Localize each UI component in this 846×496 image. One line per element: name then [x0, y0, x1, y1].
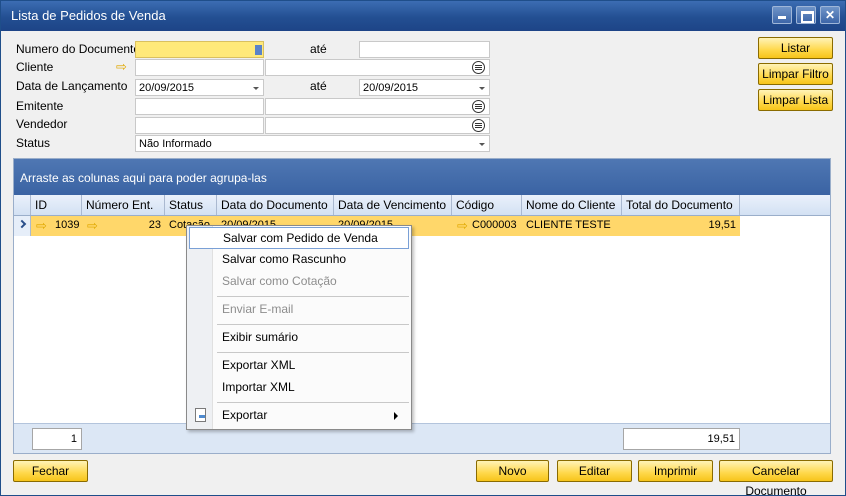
- menu-item-salvar-pedido-venda[interactable]: Salvar com Pedido de Venda: [189, 227, 409, 249]
- link-arrow-icon[interactable]: ⇨: [36, 219, 47, 232]
- maximize-icon: [797, 7, 815, 23]
- data-lancamento-to-value: 20/09/2015: [363, 82, 419, 94]
- cancelar-documento-button[interactable]: Cancelar Documento: [719, 460, 833, 496]
- cliente-label: Cliente: [16, 60, 54, 74]
- menu-separator: [217, 352, 409, 353]
- column-header-nome-cliente[interactable]: Nome do Cliente: [522, 195, 622, 215]
- menu-item-exportar-xml[interactable]: Exportar XML: [189, 355, 409, 377]
- menu-item-salvar-cotacao: Salvar como Cotação: [189, 271, 409, 293]
- menu-separator: [217, 324, 409, 325]
- group-by-bar[interactable]: Arraste as colunas aqui para poder agrup…: [14, 159, 830, 195]
- sales-order-list-window: Lista de Pedidos de Venda ✕ Numero do Do…: [0, 0, 846, 496]
- listar-button[interactable]: Listar: [758, 37, 833, 59]
- choose-from-list-icon[interactable]: [472, 119, 485, 132]
- grid-footer: 1 19,51: [14, 423, 830, 453]
- export-icon: [195, 408, 206, 422]
- minimize-button[interactable]: [772, 6, 792, 24]
- column-header-total[interactable]: Total do Documento: [622, 195, 740, 215]
- column-header-id[interactable]: ID: [31, 195, 82, 215]
- chevron-down-icon[interactable]: [479, 143, 485, 146]
- column-header-data-documento[interactable]: Data do Documento: [217, 195, 334, 215]
- menu-item-label: Salvar com Pedido de Venda: [223, 231, 378, 245]
- cliente-code-input[interactable]: [135, 59, 264, 76]
- link-arrow-icon[interactable]: ⇨: [116, 60, 127, 73]
- column-header-numero-ent[interactable]: Número Ent.: [82, 195, 165, 215]
- status-select[interactable]: Não Informado: [135, 135, 490, 152]
- column-header-codigo[interactable]: Código: [452, 195, 522, 215]
- choose-from-list-icon[interactable]: [472, 61, 485, 74]
- menu-item-label: Salvar como Rascunho: [222, 252, 347, 266]
- menu-item-label: Salvar como Cotação: [222, 274, 337, 288]
- emitente-name-input[interactable]: [265, 98, 490, 115]
- status-label: Status: [16, 136, 51, 150]
- data-lancamento-label: Data de Lançamento: [16, 79, 128, 93]
- link-arrow-icon[interactable]: ⇨: [87, 219, 98, 232]
- emitente-code-input[interactable]: [135, 98, 264, 115]
- chevron-down-icon[interactable]: [253, 87, 259, 90]
- editar-button[interactable]: Editar: [557, 460, 632, 482]
- vendedor-label: Vendedor: [16, 117, 68, 131]
- menu-item-enviar-email: Enviar E-mail: [189, 299, 409, 321]
- limpar-lista-button[interactable]: Limpar Lista: [758, 89, 833, 111]
- cell-numero-ent: 23: [148, 219, 161, 231]
- imprimir-button[interactable]: Imprimir: [638, 460, 713, 482]
- fechar-button[interactable]: Fechar: [13, 460, 88, 482]
- numero-documento-label: Numero do Documento: [16, 42, 141, 56]
- header-row-selector: [14, 195, 31, 215]
- choose-from-list-icon[interactable]: [472, 100, 485, 113]
- column-header-status[interactable]: Status: [165, 195, 217, 215]
- menu-item-label: Exibir sumário: [222, 330, 299, 344]
- text-caret: [255, 45, 262, 55]
- menu-separator: [217, 402, 409, 403]
- cell-codigo: C000003: [472, 219, 517, 231]
- vendedor-name-input[interactable]: [265, 117, 490, 134]
- cell-total: 19,51: [708, 219, 736, 231]
- menu-item-exportar[interactable]: Exportar: [187, 405, 409, 427]
- novo-button[interactable]: Novo: [476, 460, 549, 482]
- data-lancamento-from-value: 20/09/2015: [139, 82, 195, 94]
- vendedor-code-input[interactable]: [135, 117, 264, 134]
- link-arrow-icon[interactable]: ⇨: [457, 219, 468, 232]
- menu-item-label: Exportar XML: [222, 358, 296, 372]
- menu-separator: [217, 296, 409, 297]
- data-lancamento-from-field[interactable]: 20/09/2015: [135, 79, 264, 96]
- minimize-icon: [773, 7, 791, 23]
- cell-id: 1039: [55, 219, 80, 231]
- cliente-name-input[interactable]: [265, 59, 490, 76]
- menu-item-label: Exportar: [222, 408, 268, 422]
- close-button[interactable]: ✕: [820, 6, 840, 24]
- menu-item-exibir-sumario[interactable]: Exibir sumário: [189, 327, 409, 349]
- menu-item-label: Enviar E-mail: [222, 302, 294, 316]
- title-bar: Lista de Pedidos de Venda ✕: [1, 1, 845, 31]
- footer-total: 19,51: [623, 428, 740, 450]
- footer-count: 1: [32, 428, 82, 450]
- limpar-filtro-button[interactable]: Limpar Filtro: [758, 63, 833, 85]
- cell-nome-cliente: CLIENTE TESTE: [526, 219, 611, 231]
- ate-label-data: até: [310, 79, 327, 93]
- numero-documento-from-input[interactable]: [135, 41, 264, 58]
- window-title: Lista de Pedidos de Venda: [11, 8, 166, 23]
- column-header-data-vencimento[interactable]: Data de Vencimento: [334, 195, 452, 215]
- orders-grid: Arraste as colunas aqui para poder agrup…: [13, 158, 831, 454]
- emitente-label: Emitente: [16, 99, 64, 113]
- table-row[interactable]: ⇨ 1039 ⇨ 23 Cotação 20/09/2015 20/09/201…: [14, 216, 830, 236]
- context-menu: Salvar com Pedido de Venda Salvar como R…: [186, 225, 412, 430]
- menu-item-salvar-rascunho[interactable]: Salvar como Rascunho: [189, 249, 409, 271]
- group-by-hint: Arraste as colunas aqui para poder agrup…: [20, 171, 267, 185]
- menu-item-importar-xml[interactable]: Importar XML: [189, 377, 409, 399]
- submenu-arrow-icon: [394, 412, 398, 420]
- menu-item-label: Importar XML: [222, 380, 295, 394]
- status-select-value: Não Informado: [139, 138, 212, 150]
- data-lancamento-to-field[interactable]: 20/09/2015: [359, 79, 490, 96]
- ate-label-documento: até: [310, 42, 327, 56]
- numero-documento-to-input[interactable]: [359, 41, 490, 58]
- chevron-down-icon[interactable]: [479, 87, 485, 90]
- grid-header-row: ID Número Ent. Status Data do Documento …: [14, 195, 830, 216]
- chevron-right-icon: [17, 219, 27, 229]
- close-icon: ✕: [824, 8, 836, 22]
- maximize-button[interactable]: [796, 6, 816, 24]
- row-selector[interactable]: [14, 216, 31, 236]
